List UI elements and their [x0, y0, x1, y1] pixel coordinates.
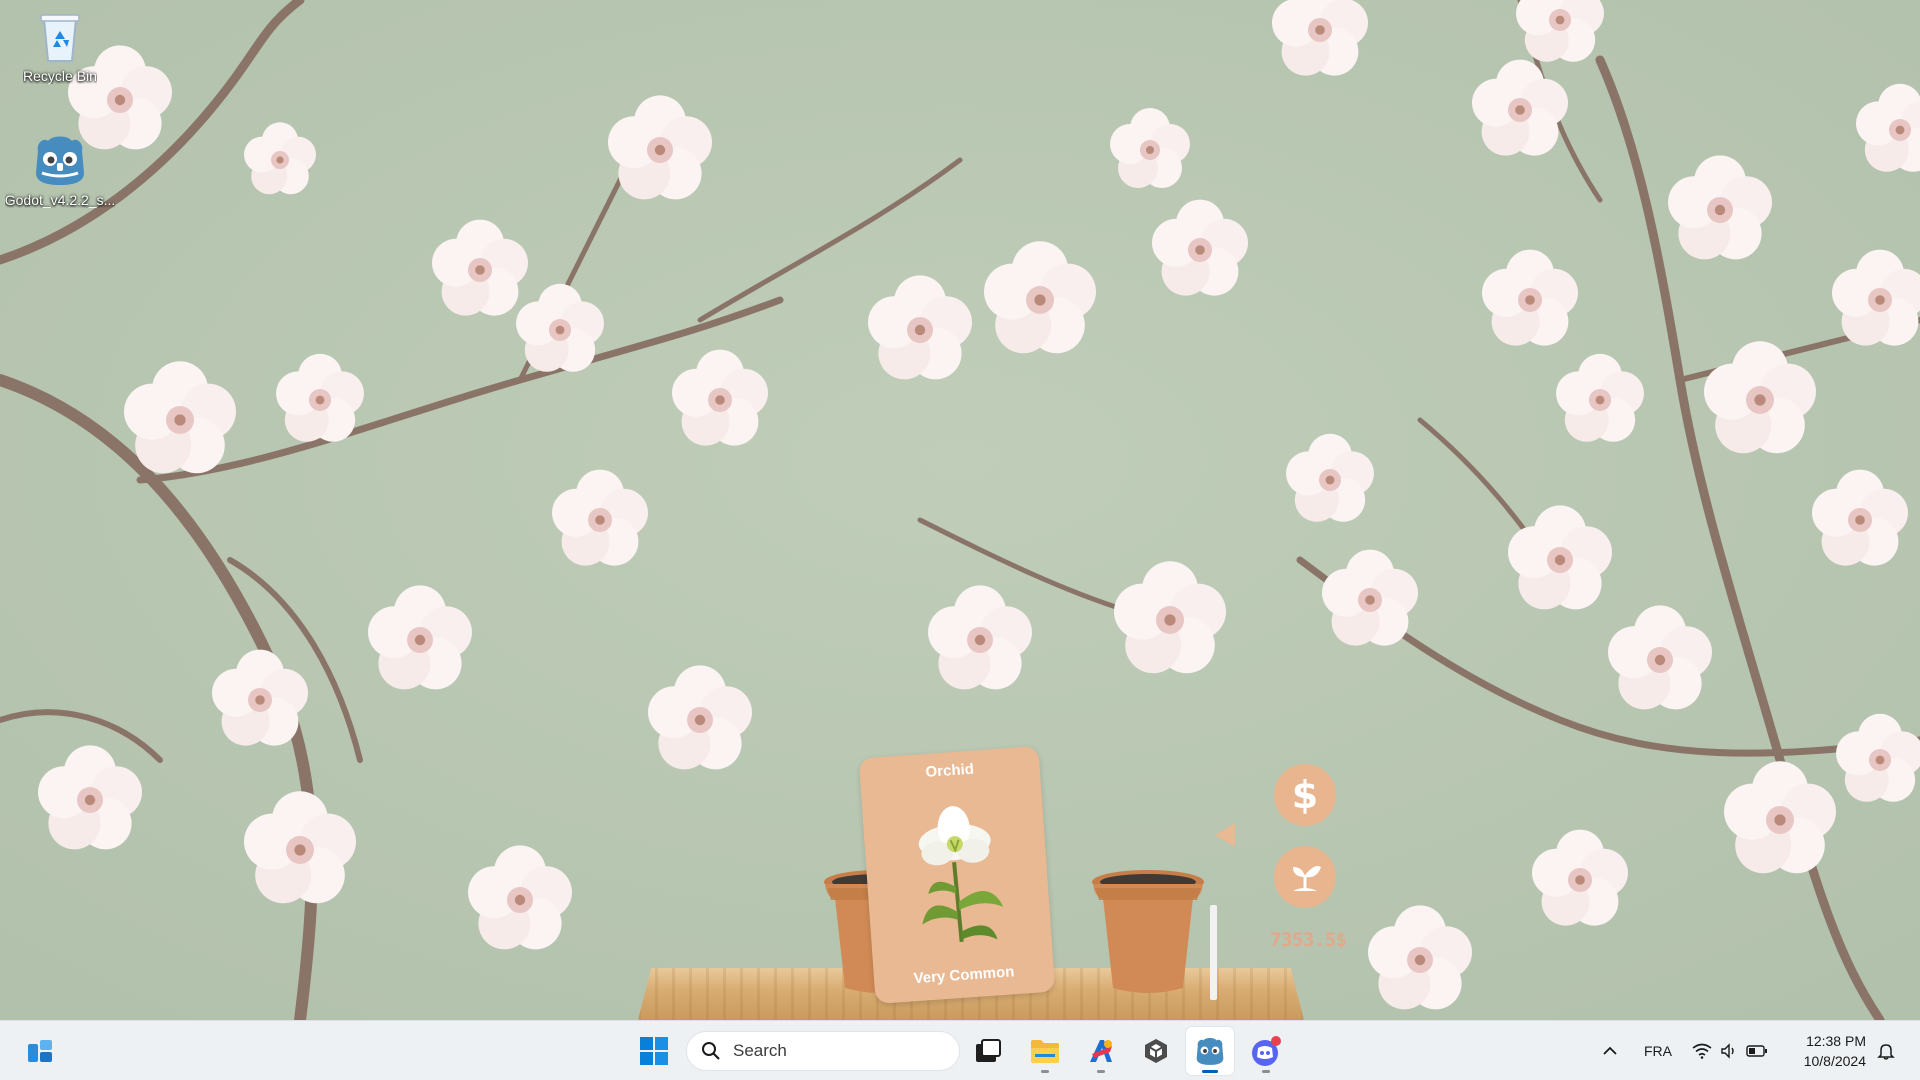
unity-icon	[1145, 1039, 1167, 1063]
quick-settings-button[interactable]	[1692, 1031, 1768, 1071]
running-indicator	[1262, 1070, 1270, 1073]
task-view-button[interactable]	[964, 1027, 1012, 1075]
notifications-button[interactable]	[1874, 1031, 1898, 1071]
start-button[interactable]	[630, 1027, 678, 1075]
desktop-icon-label: Recycle Bin	[23, 68, 97, 84]
show-hidden-icons-button[interactable]	[1598, 1031, 1622, 1071]
desktop-icon-recycle-bin[interactable]: Recycle Bin	[5, 8, 115, 84]
paint-app-button[interactable]	[1077, 1027, 1125, 1075]
godot-icon	[32, 132, 88, 188]
dollar-icon: $	[1291, 773, 1319, 817]
card-title: Orchid	[925, 760, 975, 781]
unity-button[interactable]	[1132, 1027, 1180, 1075]
clay-pot-right[interactable]	[1083, 868, 1213, 998]
discord-button[interactable]	[1242, 1027, 1290, 1075]
collapse-arrow-icon[interactable]	[1215, 823, 1235, 847]
money-counter: 7353.5$	[1270, 929, 1347, 951]
running-indicator	[1097, 1070, 1105, 1073]
plant-game-overlay: Orchid Very Common $ 7353.5$	[620, 740, 1347, 1020]
clock-date: 10/8/2024	[1803, 1053, 1866, 1069]
language-label: FRA	[1644, 1043, 1672, 1059]
running-indicator	[1041, 1070, 1049, 1073]
file-explorer-icon	[1031, 1040, 1059, 1063]
godot-taskbar-button[interactable]	[1186, 1027, 1234, 1075]
file-explorer-button[interactable]	[1021, 1027, 1069, 1075]
recycle-bin-icon	[32, 8, 88, 64]
chevron-up-icon	[1603, 1046, 1617, 1055]
input-language-indicator[interactable]: FRA	[1640, 1031, 1676, 1071]
discord-icon	[1252, 1036, 1281, 1066]
desktop-icon-godot[interactable]: Godot_v4.2.2_s...	[5, 132, 115, 208]
plant-card[interactable]: Orchid Very Common	[858, 746, 1056, 1004]
orchid-flower-icon	[918, 806, 1004, 943]
desktop-icon-label: Godot_v4.2.2_s...	[4, 192, 116, 208]
task-view-icon	[976, 1039, 1001, 1062]
sell-button[interactable]: $	[1274, 764, 1336, 826]
notification-bell-icon	[1877, 1044, 1895, 1060]
taskbar-clock[interactable]: 12:38 PM 10/8/2024	[1804, 1031, 1866, 1071]
clock-time: 12:38 PM	[1806, 1033, 1866, 1049]
volume-icon	[1721, 1043, 1734, 1059]
taskbar: Search FRA 12:38 PM 10/8/2024	[0, 1020, 1920, 1080]
card-rarity: Very Common	[913, 963, 1015, 988]
sprout-icon	[1293, 866, 1321, 891]
search-icon	[702, 1042, 720, 1060]
widgets-icon	[28, 1040, 52, 1062]
search-placeholder: Search	[733, 1041, 787, 1060]
wifi-icon	[1692, 1043, 1712, 1059]
taskbar-search[interactable]: Search	[686, 1031, 960, 1071]
godot-icon	[1196, 1037, 1224, 1065]
growth-progress-bar	[1210, 905, 1217, 1000]
start-icon	[640, 1037, 668, 1065]
widgets-button[interactable]	[16, 1027, 64, 1075]
plant-button[interactable]	[1274, 846, 1336, 908]
paint-app-icon	[1090, 1040, 1112, 1062]
active-indicator	[1202, 1070, 1218, 1073]
battery-icon	[1746, 1045, 1767, 1057]
